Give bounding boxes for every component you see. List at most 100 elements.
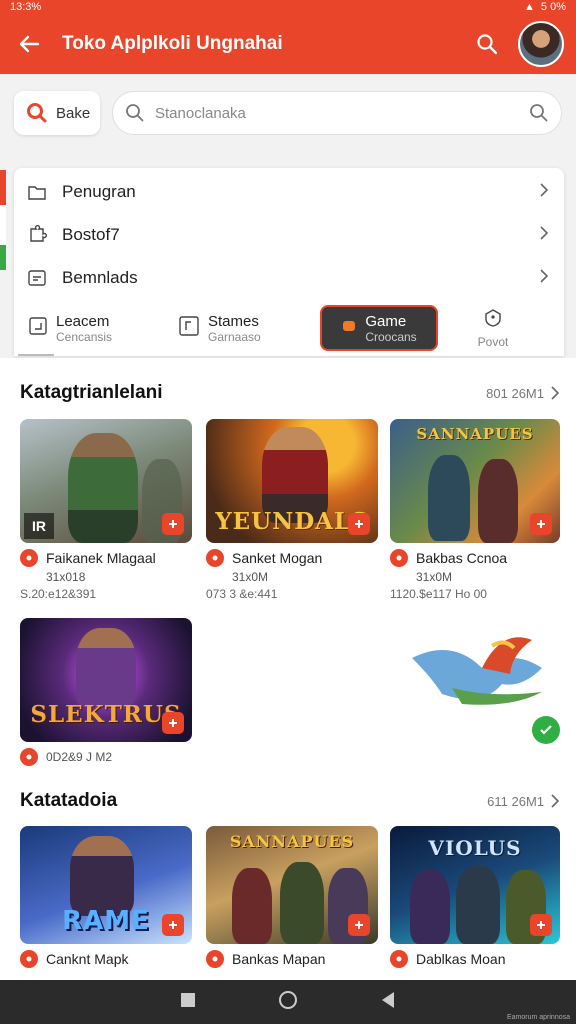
tab-game[interactable]: Game Croocans [320,305,438,351]
folder-icon [26,181,48,203]
content-area: Katagtrianlelani 801 26M1 IR Faikanek Ml… [0,358,576,980]
menu-item-penugran[interactable]: Penugran [14,170,564,213]
chevron-right-icon [538,268,550,288]
game-card[interactable]: SLEKTRUS 0D2&9 J M2 [20,618,192,766]
filter-button[interactable]: Bake [14,91,100,135]
game-logo-icon [390,950,408,968]
game-size: 31x018 [46,570,86,584]
install-badge-icon [530,513,552,535]
status-time: 13:3% [10,1,42,13]
install-badge-icon [348,914,370,936]
game-meta: Canknt Mapk [20,950,192,968]
game-stats: S.20:e12&391 [20,587,97,601]
home-button[interactable] [278,990,298,1015]
section-title: Katagtrianlelani [20,382,163,403]
game-logo-icon [20,748,38,766]
shield-icon [483,308,503,333]
search-row: Bake [0,90,576,136]
tab-povot[interactable]: Povot [438,305,548,351]
game-logo-icon [206,549,224,567]
game-stats: 0D2&9 J M2 [46,750,113,764]
game-thumbnail: SANNAPUES [390,419,560,543]
game-logo-icon [390,549,408,567]
game-card[interactable]: SANNAPUES Bakbas Ccnoa 31x0M 1120.$e117 … [390,419,560,601]
game-name: Sanket Mogan [232,550,323,566]
tab-subtitle: Croocans [365,329,417,344]
chevron-right-icon [538,225,550,245]
menu-item-bemnlads[interactable]: Bemnlads [14,256,564,299]
search-icon [27,103,47,123]
triangle-back-icon [382,991,394,1008]
game-name: Faikanek Mlagaal [46,550,156,566]
game-stats: 073 3 &e:441 [206,587,278,601]
game-logo-text: VIOLUS [428,836,522,860]
game-meta: Bakbas Ccnoa [390,549,560,567]
menu-item-label: Penugran [62,181,136,201]
tab-indicator [18,354,54,356]
game-size: 31x0M [232,570,269,584]
edge-accent [0,170,6,270]
recents-button[interactable] [180,992,196,1013]
game-logo-icon [20,549,38,567]
search-button[interactable] [470,27,504,61]
arrow-left-icon [19,35,40,53]
corner-label: IR [24,513,54,539]
featured-illustration [392,618,560,744]
install-badge-icon [162,712,184,734]
search-icon[interactable] [529,103,549,123]
see-more-link[interactable]: 801 26M1 [486,386,560,401]
game-card[interactable]: IR Faikanek Mlagaal 31x018 S.20:e12&391 [20,419,192,601]
game-meta: Sanket Mogan [206,549,378,567]
signal-icon: ▲ [524,1,535,13]
controller-icon [341,318,357,339]
game-thumbnail: RAME [20,826,192,944]
tab-title: Stames [208,312,259,330]
status-bar: 13:3% ▲ 5 0% [0,0,576,14]
install-badge-icon [530,914,552,936]
see-more-link[interactable]: 611 26M1 [487,794,560,809]
back-nav-button[interactable] [380,991,396,1014]
tab-subtitle: Garnaaso [208,329,261,344]
tab-leacem[interactable]: Leacem Cencansis [20,305,170,351]
game-card[interactable]: YEUNDALS Sanket Mogan 31x0M 073 3 &e:441 [206,419,378,601]
game-meta: Dablkas Moan [390,950,560,968]
tab-stames[interactable]: Stames Garnaaso [170,305,320,351]
game-card[interactable]: VIOLUS Dablkas Moan [390,826,560,968]
game-thumbnail: SANNAPUES [206,826,378,944]
tab-subtitle: Povot [477,334,509,349]
status-icons: ▲ 5 0% [524,1,566,13]
game-card[interactable]: SANNAPUES Bankas Mapan [206,826,378,968]
install-badge-icon [348,513,370,535]
game-name: Dablkas Moan [416,951,506,967]
battery-level: 5 0% [540,1,566,13]
page-title: Toko Aplplkoli Ungnahai [62,33,283,54]
menu-item-bostof[interactable]: Bostof7 [14,213,564,256]
install-badge-icon [162,914,184,936]
menu-item-label: Bostof7 [62,224,120,244]
square-icon [181,992,195,1007]
game-meta: Bankas Mapan [206,950,378,968]
tab-subtitle: Cencansis [56,329,113,344]
section-header: Katatadoia 611 26M1 [20,790,560,812]
game-meta: Faikanek Mlagaal [20,549,192,567]
game-thumbnail: YEUNDALS [206,419,378,543]
game-card[interactable]: RAME Canknt Mapk [20,826,192,968]
game-name: Canknt Mapk [46,951,129,967]
game-thumbnail: IR [20,419,192,543]
game-stats: 1120.$e117 Ho 00 [390,587,487,601]
search-input[interactable] [155,104,519,122]
download-box-icon [26,267,48,289]
chevron-right-icon [538,182,550,202]
back-button[interactable] [14,29,44,59]
game-logo-text: SANNAPUES [416,425,534,443]
tab-title: Leacem [56,312,110,330]
avatar[interactable] [518,21,564,67]
corner-arrow-icon [28,316,48,341]
section-title: Katatadoia [20,790,118,811]
menu-card: Penugran Bostof7 Bemnlads Leacem Cencansi… [14,168,564,356]
chevron-right-icon [551,386,560,400]
see-more-label: 611 26M1 [487,793,544,809]
game-logo-icon [206,950,224,968]
search-box[interactable] [112,91,562,135]
game-thumbnail: SLEKTRUS [20,618,192,742]
